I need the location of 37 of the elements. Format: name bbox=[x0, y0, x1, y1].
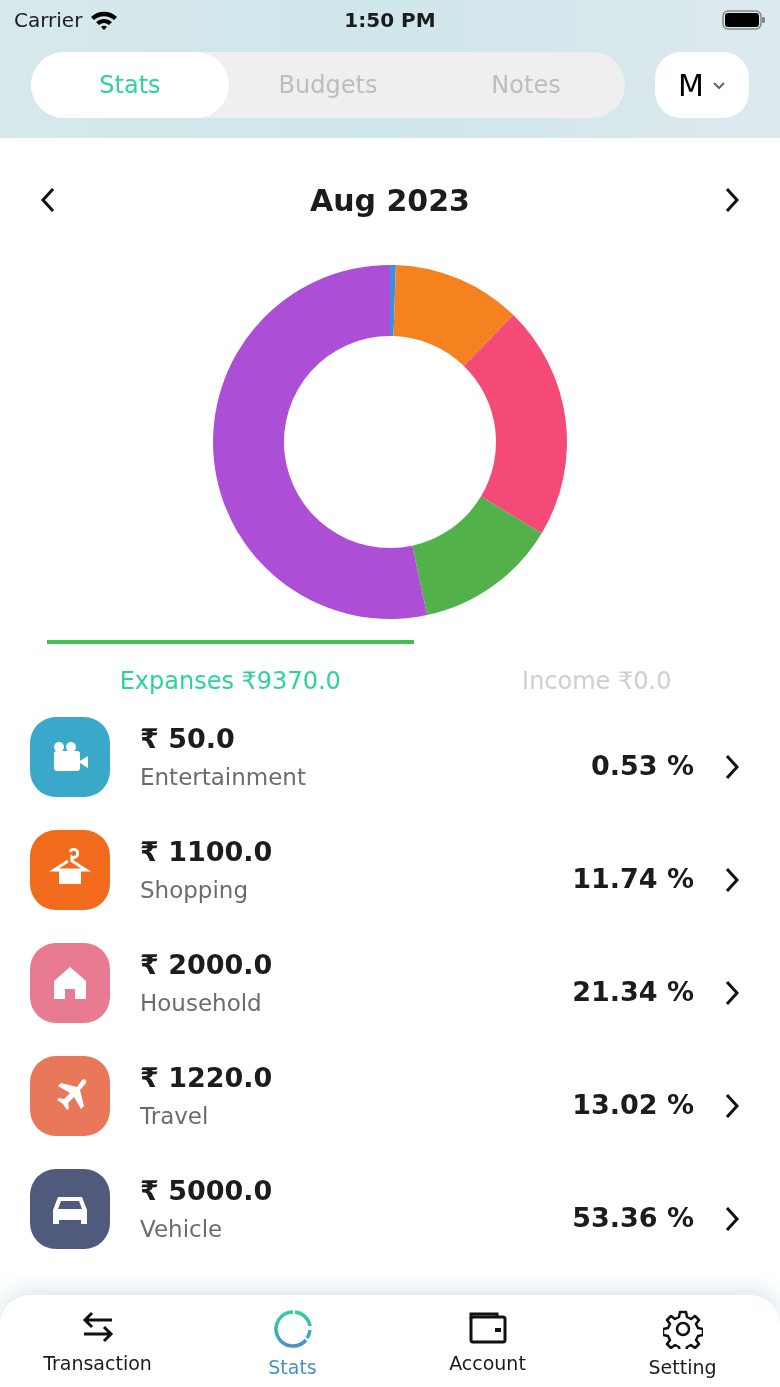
next-icon[interactable] bbox=[724, 187, 740, 213]
category-name: Shopping bbox=[140, 875, 249, 905]
nav-tab[interactable]: Transaction bbox=[0, 1295, 195, 1387]
percent-text: 11.74 % bbox=[572, 862, 694, 897]
category-name: Entertainment bbox=[140, 762, 307, 792]
nav-tab[interactable]: Setting bbox=[585, 1295, 780, 1387]
amount-text: ₹ 1220.0 bbox=[140, 1061, 274, 1095]
month-title: Aug 2023 bbox=[310, 181, 470, 220]
nav-tab[interactable]: Stats bbox=[195, 1295, 390, 1387]
segment-tab[interactable]: Stats bbox=[31, 52, 229, 118]
percent-text: 53.36 % bbox=[572, 1201, 694, 1236]
amount-text: ₹ 1100.0 bbox=[140, 835, 274, 869]
clock: 1:50 PM bbox=[344, 7, 436, 34]
category-name: Travel bbox=[140, 1101, 210, 1131]
type-tab[interactable]: Expanses ₹9370.0 bbox=[47, 640, 414, 700]
category-name: Vehicle bbox=[140, 1214, 224, 1244]
chevron-right-icon[interactable] bbox=[724, 1092, 740, 1119]
chevron-down-icon bbox=[711, 80, 726, 90]
amount-text: ₹ 5000.0 bbox=[140, 1174, 274, 1208]
chevron-right-icon[interactable] bbox=[724, 866, 740, 893]
nav-tab[interactable]: Account bbox=[390, 1295, 585, 1387]
battery-icon bbox=[722, 10, 766, 30]
previous-icon[interactable] bbox=[40, 187, 56, 213]
carrier-label: Carrier bbox=[14, 7, 83, 34]
percent-text: 0.53 % bbox=[590, 749, 694, 784]
settings-icon bbox=[662, 1309, 703, 1349]
chevron-right-icon[interactable] bbox=[724, 979, 740, 1006]
wifi-icon bbox=[90, 10, 119, 30]
ring-icon bbox=[272, 1309, 313, 1349]
amount-text: ₹ 50.0 bbox=[140, 722, 236, 756]
chevron-right-icon[interactable] bbox=[724, 1205, 740, 1232]
percent-text: 21.34 % bbox=[572, 975, 694, 1010]
chevron-right-icon[interactable] bbox=[724, 753, 740, 780]
amount-text: ₹ 2000.0 bbox=[140, 948, 274, 982]
category-name: Household bbox=[140, 988, 263, 1018]
period-dropdown[interactable]: M bbox=[655, 52, 749, 118]
percent-text: 13.02 % bbox=[572, 1088, 694, 1123]
